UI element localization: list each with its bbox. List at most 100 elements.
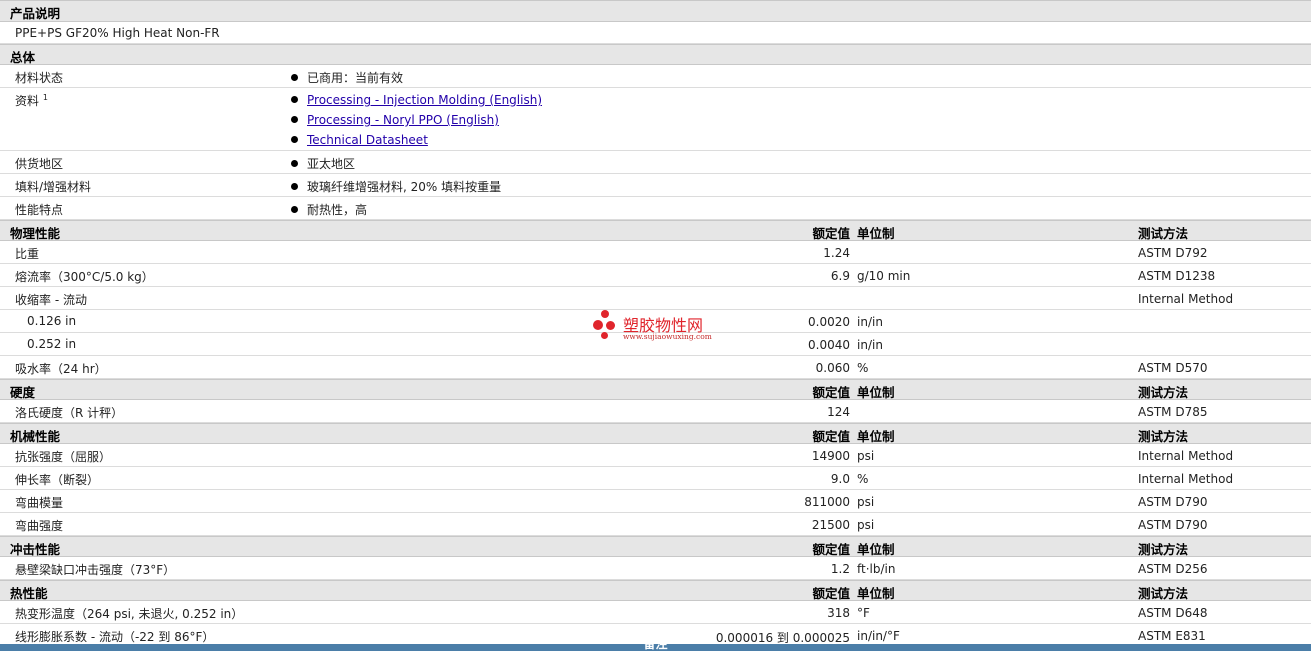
- link-noryl-ppo[interactable]: Processing - Noryl PPO (English): [307, 113, 499, 127]
- property-unit: ft·lb/in: [857, 562, 896, 576]
- property-label: 抗张强度（屈服）: [15, 450, 112, 464]
- column-header-nominal: 额定值: [812, 385, 850, 400]
- column-header-unit: 单位制: [857, 429, 895, 444]
- bullet-item: 亚太地区: [291, 155, 355, 172]
- property-row: 悬壁梁缺口冲击强度（73°F） 1.2 ft·lb/in ASTM D256: [0, 557, 1311, 580]
- link-technical-datasheet[interactable]: Technical Datasheet: [307, 133, 428, 147]
- property-row: 吸水率（24 hr） 0.060 % ASTM D570: [0, 356, 1311, 379]
- row-label-text: 资料: [15, 94, 40, 108]
- section-title: 机械性能: [10, 429, 61, 444]
- column-header-test: 测试方法: [1138, 542, 1189, 557]
- logo-dot-icon: [593, 320, 603, 330]
- column-header-nominal: 额定值: [812, 586, 850, 601]
- property-label: 熔流率（300°C/5.0 kg）: [15, 270, 154, 284]
- link-injection-molding[interactable]: Processing - Injection Molding (English): [307, 93, 542, 107]
- property-value: 0.0040: [808, 338, 850, 352]
- property-test-method: Internal Method: [1138, 292, 1234, 306]
- property-unit: g/10 min: [857, 269, 911, 283]
- footnote-marker: 1: [42, 93, 48, 102]
- row-value: 玻璃纤维增强材料, 20% 填料按重量: [307, 180, 502, 194]
- column-header-nominal: 额定值: [812, 429, 850, 444]
- property-row: 比重 1.24 ASTM D792: [0, 241, 1311, 264]
- general-row-resources: 资料 1 Processing - Injection Molding (Eng…: [0, 88, 1311, 151]
- general-row-filler: 填料/增强材料 玻璃纤维增强材料, 20% 填料按重量: [0, 174, 1311, 197]
- logo-dot-icon: [601, 332, 608, 339]
- column-header-test: 测试方法: [1138, 226, 1189, 241]
- property-label: 悬壁梁缺口冲击强度（73°F）: [15, 563, 176, 577]
- bullet-icon: [291, 183, 298, 190]
- row-label: 供货地区: [15, 157, 64, 171]
- property-unit: %: [857, 472, 869, 486]
- general-row-features: 性能特点 耐热性，高: [0, 197, 1311, 220]
- property-unit: in/in/°F: [857, 629, 900, 643]
- section-header-hardness: 硬度 额定值 单位制 测试方法: [0, 379, 1311, 400]
- property-row: 收缩率 - 流动 Internal Method: [0, 287, 1311, 310]
- row-value: 耐热性，高: [307, 203, 368, 217]
- logo-dot-icon: [606, 321, 615, 330]
- notes-header: 备注: [0, 644, 1311, 651]
- property-test-method: ASTM E831: [1138, 629, 1206, 643]
- watermark-logo: 塑胶物性网 www.sujiaowuxing.com: [593, 308, 733, 344]
- section-header-description: 产品说明: [0, 0, 1311, 22]
- property-test-method: ASTM D790: [1138, 518, 1208, 532]
- property-unit: in/in: [857, 315, 883, 329]
- section-header-thermal: 热性能 额定值 单位制 测试方法: [0, 580, 1311, 601]
- general-row-status: 材料状态 已商用：当前有效: [0, 65, 1311, 88]
- row-value: 已商用：当前有效: [307, 71, 404, 85]
- watermark-url: www.sujiaowuxing.com: [623, 332, 712, 341]
- section-header-impact: 冲击性能 额定值 单位制 测试方法: [0, 536, 1311, 557]
- section-title: 冲击性能: [10, 542, 61, 557]
- bullet-icon: [291, 136, 298, 143]
- property-test-method: ASTM D792: [1138, 246, 1208, 260]
- property-unit: °F: [857, 606, 870, 620]
- property-label: 弯曲模量: [15, 496, 64, 510]
- property-label: 0.126 in: [27, 314, 77, 328]
- property-unit: %: [857, 361, 869, 375]
- section-title: 总体: [10, 50, 36, 65]
- property-row: 热变形温度（264 psi, 未退火, 0.252 in） 318 °F AST…: [0, 601, 1311, 624]
- property-row: 弯曲模量 811000 psi ASTM D790: [0, 490, 1311, 513]
- property-value: 0.0020: [808, 315, 850, 329]
- property-row: 洛氏硬度（R 计秤） 124 ASTM D785: [0, 400, 1311, 423]
- column-header-test: 测试方法: [1138, 429, 1189, 444]
- property-test-method: ASTM D256: [1138, 562, 1208, 576]
- row-label: 填料/增强材料: [15, 180, 92, 194]
- property-row: 伸长率（断裂） 9.0 % Internal Method: [0, 467, 1311, 490]
- property-value: 811000: [804, 495, 850, 509]
- property-row: 抗张强度（屈服） 14900 psi Internal Method: [0, 444, 1311, 467]
- bullet-icon: [291, 160, 298, 167]
- column-header-nominal: 额定值: [812, 226, 850, 241]
- bullet-item: 已商用：当前有效: [291, 69, 403, 86]
- property-row: 熔流率（300°C/5.0 kg） 6.9 g/10 min ASTM D123…: [0, 264, 1311, 287]
- bullet-icon: [291, 74, 298, 81]
- property-value: 124: [827, 405, 850, 419]
- bullet-item: Technical Datasheet: [291, 133, 428, 147]
- property-test-method: ASTM D648: [1138, 606, 1208, 620]
- property-unit: psi: [857, 495, 875, 509]
- section-title: 物理性能: [10, 226, 61, 241]
- general-row-region: 供货地区 亚太地区: [0, 151, 1311, 174]
- column-header-test: 测试方法: [1138, 586, 1189, 601]
- bullet-item: 玻璃纤维增强材料, 20% 填料按重量: [291, 178, 501, 195]
- property-label: 伸长率（断裂）: [15, 473, 100, 487]
- product-description: PPE+PS GF20% High Heat Non-FR: [15, 26, 220, 40]
- bullet-icon: [291, 206, 298, 213]
- property-label: 收缩率 - 流动: [15, 293, 87, 307]
- property-unit: in/in: [857, 338, 883, 352]
- property-value: 9.0: [830, 472, 850, 486]
- row-value: 亚太地区: [307, 157, 356, 171]
- property-label: 弯曲强度: [15, 519, 64, 533]
- property-unit: psi: [857, 449, 875, 463]
- property-label: 比重: [15, 247, 40, 261]
- column-header-unit: 单位制: [857, 385, 895, 400]
- bullet-icon: [291, 116, 298, 123]
- property-value: 0.060: [815, 361, 850, 375]
- property-unit: psi: [857, 518, 875, 532]
- property-value: 6.9: [830, 269, 850, 283]
- column-header-unit: 单位制: [857, 226, 895, 241]
- property-label: 洛氏硬度（R 计秤）: [15, 406, 124, 420]
- section-title: 热性能: [10, 586, 48, 601]
- property-label: 线形膨胀系数 - 流动（-22 到 86°F）: [15, 630, 215, 644]
- bullet-icon: [291, 96, 298, 103]
- property-label: 热变形温度（264 psi, 未退火, 0.252 in）: [15, 607, 244, 621]
